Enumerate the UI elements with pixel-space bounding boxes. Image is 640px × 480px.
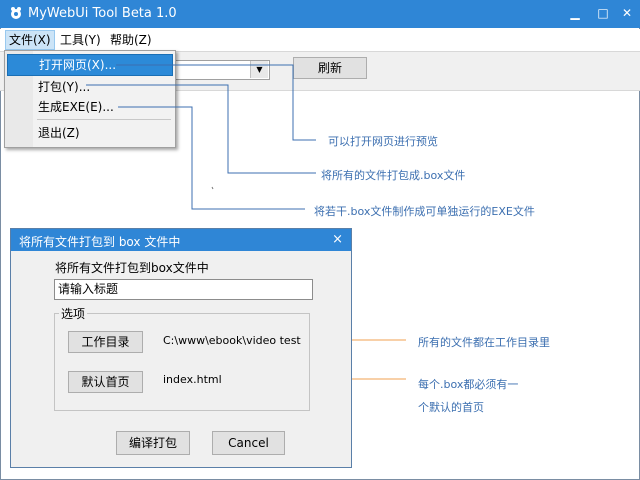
dialog-title-bar: 将所有文件打包到 box 文件中 × <box>11 229 351 251</box>
annotation-home-line2: 个默认的首页 <box>418 401 484 414</box>
workdir-value: C:\www\ebook\video test <box>163 334 301 347</box>
annotation-home-line1: 每个.box都必须有一 <box>418 378 519 391</box>
options-groupbox <box>54 313 310 411</box>
options-label: 选项 <box>59 305 88 322</box>
workdir-button[interactable]: 工作目录 <box>68 331 143 353</box>
title-input[interactable]: 请输入标题 <box>54 279 313 300</box>
compile-pack-button[interactable]: 编译打包 <box>116 431 190 455</box>
dialog-title: 将所有文件打包到 box 文件中 <box>19 235 181 249</box>
annotation-pack: 将所有的文件打包成.box文件 <box>321 169 466 182</box>
dialog-instruction: 将所有文件打包到box文件中 <box>55 261 209 275</box>
default-home-button[interactable]: 默认首页 <box>68 371 143 393</box>
dialog-close-icon[interactable]: × <box>332 232 343 247</box>
pack-dialog: 将所有文件打包到 box 文件中 × 将所有文件打包到box文件中 请输入标题 … <box>10 228 352 468</box>
default-home-value: index.html <box>163 373 222 386</box>
annotation-open: 可以打开网页进行预览 <box>328 135 438 148</box>
cancel-button[interactable]: Cancel <box>212 431 285 455</box>
annotation-exe: 将若干.box文件制作成可单独运行的EXE文件 <box>314 205 535 218</box>
annotation-workdir: 所有的文件都在工作目录里 <box>418 336 550 349</box>
